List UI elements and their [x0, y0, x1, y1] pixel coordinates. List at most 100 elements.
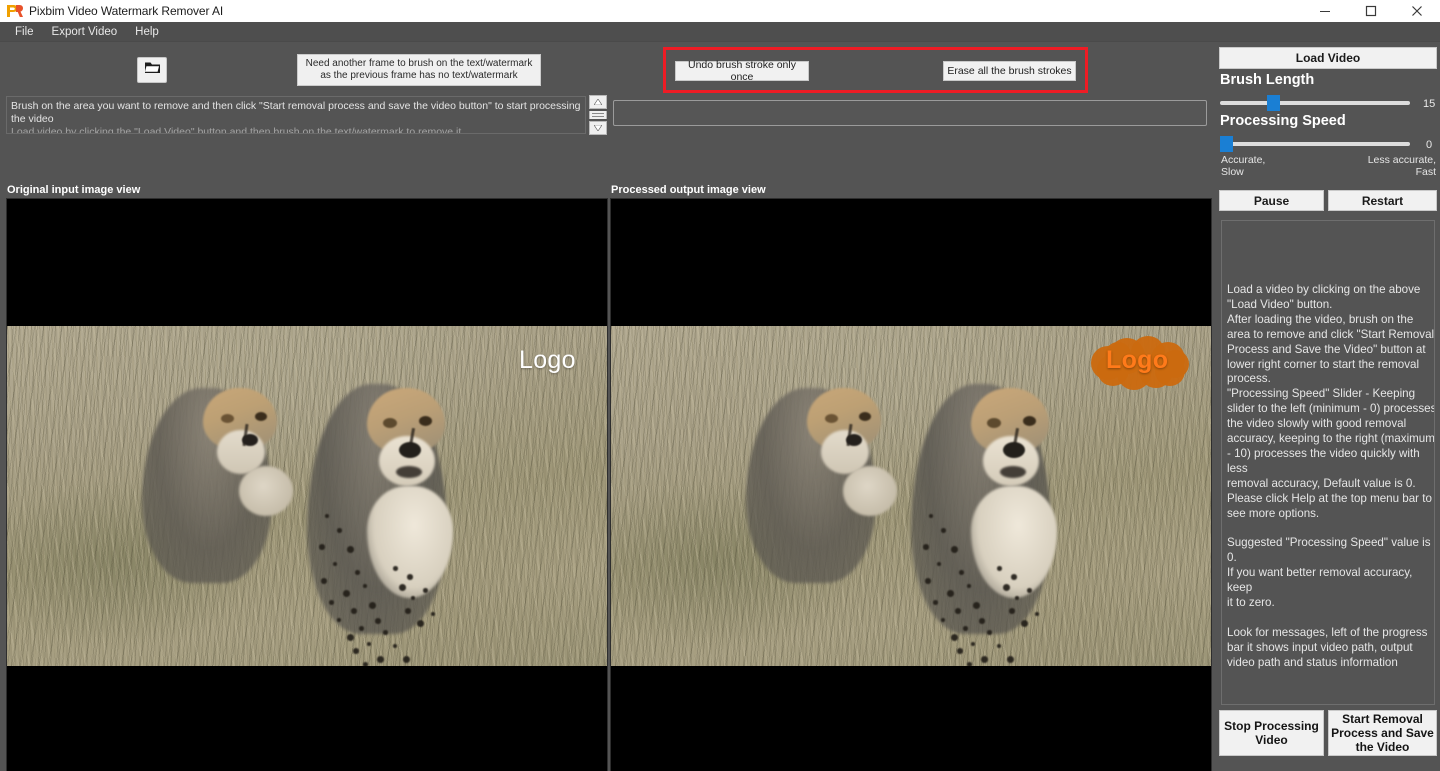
cheetah-spot	[347, 634, 354, 641]
processing-speed-label: Processing Speed	[1220, 113, 1346, 129]
brush-length-label: Brush Length	[1220, 72, 1315, 88]
cheetah-spot	[417, 620, 424, 627]
minimize-icon[interactable]	[1302, 0, 1348, 22]
toolbar: Need another frame to brush on the text/…	[0, 42, 1212, 93]
status-message-line-2: the video	[11, 113, 54, 125]
menu-item-export-video[interactable]: Export Video	[43, 24, 127, 40]
processed-image-canvas[interactable]: Logo	[610, 198, 1212, 771]
main-work-area: Need another frame to brush on the text/…	[0, 42, 1212, 771]
cheetah-spot	[329, 600, 334, 605]
cheetah-right-eye-right	[419, 416, 432, 426]
cheetah-spot	[973, 602, 980, 609]
right-sidebar: Load Video Brush Length 15 Processing Sp…	[1216, 42, 1440, 771]
cheetah-spot	[971, 642, 975, 646]
cheetah-spot	[393, 566, 398, 571]
brush-length-slider-thumb[interactable]	[1267, 95, 1281, 111]
folder-open-icon	[144, 60, 161, 80]
scrollbar-thumb[interactable]	[589, 111, 607, 119]
cheetah-spot	[431, 612, 435, 616]
cheetah-spot	[319, 544, 325, 550]
maximize-icon[interactable]	[1348, 0, 1394, 22]
processing-speed-slider-track	[1220, 142, 1410, 146]
open-folder-button[interactable]	[137, 57, 167, 83]
original-watermark-text: Logo	[519, 346, 576, 374]
cheetah-spot	[337, 528, 342, 533]
status-message-scrollbar[interactable]	[589, 95, 607, 135]
original-view-label: Original input image view	[7, 184, 141, 196]
scroll-down-arrow-icon[interactable]	[589, 121, 607, 135]
cheetah-spot	[1027, 588, 1032, 593]
cheetah-spot	[393, 644, 397, 648]
title-bar: Pixbim Video Watermark Remover AI	[0, 0, 1440, 22]
scroll-up-arrow-icon[interactable]	[589, 95, 607, 109]
status-message-box[interactable]: Brush on the area you want to remove and…	[6, 96, 586, 134]
cheetah-right-eye-left	[383, 418, 397, 428]
speed-caption-left-line-2: Slow	[1221, 166, 1244, 178]
start-removal-process-button[interactable]: Start Removal Process and Save the Video	[1328, 710, 1437, 756]
speed-caption-right-line-2: Fast	[1415, 166, 1436, 178]
cheetah-spot	[333, 562, 337, 566]
original-video-frame: Logo	[7, 326, 607, 666]
cheetah-spot	[355, 570, 360, 575]
cheetah-spot	[979, 618, 985, 624]
frame-hint-line-2: as the previous frame has no text/waterm…	[320, 70, 518, 81]
cheetah-spot	[1003, 584, 1010, 591]
cheetah-spot	[383, 630, 388, 635]
pause-button[interactable]: Pause	[1219, 190, 1324, 211]
processing-speed-slider[interactable]	[1220, 135, 1410, 153]
cheetah-spot	[929, 514, 933, 518]
cheetah-spot	[923, 544, 929, 550]
cheetah-spot	[937, 562, 941, 566]
cheetah-spot	[363, 584, 367, 588]
cheetah-spot	[343, 590, 350, 597]
cheetah-spot	[967, 584, 971, 588]
restart-button[interactable]: Restart	[1328, 190, 1437, 211]
cheetah-left-eye-right	[255, 412, 267, 421]
pixbim-logo-icon	[3, 0, 25, 22]
processing-speed-value: 0	[1426, 139, 1433, 151]
original-image-canvas[interactable]: Logo	[6, 198, 608, 771]
status-message-line-1: Brush on the area you want to remove and…	[11, 100, 581, 112]
cheetah-right-eye-left-processed	[987, 418, 1001, 428]
cheetah-spots-processed	[911, 466, 1061, 666]
cheetah-spot	[321, 578, 327, 584]
help-instructions-text: Load a video by clicking on the above "L…	[1227, 283, 1435, 669]
cheetah-spot	[951, 546, 958, 553]
menu-item-file[interactable]: File	[6, 24, 43, 40]
menu-item-help[interactable]: Help	[126, 24, 168, 40]
load-video-button[interactable]: Load Video	[1219, 47, 1437, 69]
close-icon[interactable]	[1394, 0, 1440, 22]
processed-view-label: Processed output image view	[611, 184, 766, 196]
speed-caption-left-line-1: Accurate,	[1221, 154, 1266, 166]
cheetah-spot	[959, 570, 964, 575]
brush-length-slider[interactable]	[1220, 94, 1410, 112]
cheetah-spot	[933, 600, 938, 605]
cheetah-spot	[411, 596, 415, 600]
cheetah-right-eye-right-processed	[1023, 416, 1036, 426]
cheetah-spot	[423, 588, 428, 593]
processing-speed-slider-thumb[interactable]	[1220, 136, 1233, 152]
cheetah-spot	[363, 662, 368, 666]
cheetah-spot	[407, 574, 413, 580]
cheetah-spot	[359, 626, 364, 631]
cheetah-spot	[351, 608, 357, 614]
window-title: Pixbim Video Watermark Remover AI	[29, 4, 224, 18]
cheetah-spot	[399, 584, 406, 591]
cheetah-spot	[963, 626, 968, 631]
cheetah-right-nose-processed	[1003, 442, 1025, 458]
stop-processing-video-button[interactable]: Stop Processing Video	[1219, 710, 1324, 756]
erase-all-brush-strokes-button[interactable]: Erase all the brush strokes	[943, 61, 1076, 81]
speed-caption-right-line-1: Less accurate,	[1367, 154, 1436, 166]
cheetah-spot	[1011, 574, 1017, 580]
cheetah-spot	[1009, 608, 1015, 614]
cheetah-spot	[955, 608, 961, 614]
cheetah-spot	[997, 566, 1002, 571]
cheetah-spot	[375, 618, 381, 624]
cheetah-spot	[981, 656, 988, 663]
window-controls	[1302, 0, 1440, 22]
processed-video-frame: Logo	[611, 326, 1211, 666]
cheetah-spot	[947, 590, 954, 597]
cheetah-spot	[377, 656, 384, 663]
undo-brush-stroke-button[interactable]: Undo brush stroke only once	[675, 59, 809, 83]
help-instructions-panel[interactable]: Load a video by clicking on the above "L…	[1221, 220, 1435, 705]
